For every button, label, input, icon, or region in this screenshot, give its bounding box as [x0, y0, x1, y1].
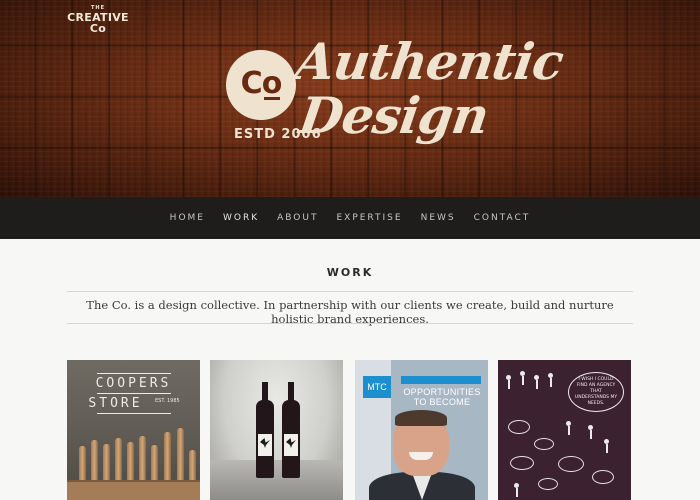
- mtc-headline: OPPORTUNITIES TO BECOME: [403, 387, 481, 408]
- divider-bottom: [67, 323, 633, 324]
- stick-figure: [506, 375, 511, 389]
- co-emblem-underline: [264, 97, 280, 100]
- coopers-rule-top: [97, 373, 171, 374]
- intro-text: The Co. is a design collective. In partn…: [86, 298, 614, 326]
- work-thumb-mtc[interactable]: MTC OPPORTUNITIES TO BECOME: [355, 360, 488, 500]
- coopers-rule-mid: [97, 393, 171, 394]
- stick-figure: [604, 439, 609, 453]
- co-emblem-text: Co: [240, 65, 283, 101]
- main-nav: HOME WORK ABOUT EXPERTISE NEWS CONTACT: [0, 197, 700, 239]
- wooden-crate: [67, 480, 200, 500]
- nav-expertise[interactable]: EXPERTISE: [327, 213, 411, 223]
- wine-bottle: [256, 382, 274, 478]
- stick-figure: [548, 373, 553, 387]
- nav-contact[interactable]: CONTACT: [465, 213, 540, 223]
- nav-home[interactable]: HOME: [161, 213, 214, 223]
- divider-top: [67, 291, 633, 292]
- vineyard-ground: [210, 460, 343, 500]
- coopers-rule-bottom: [97, 413, 171, 414]
- section-title: WORK: [326, 266, 374, 279]
- doodle-bubble: [508, 420, 530, 434]
- logo-name: CREATIVE Co: [67, 11, 129, 35]
- mtc-logo: MTC: [363, 376, 391, 398]
- headline-authentic: Authentic: [291, 32, 567, 91]
- stick-figure: [514, 483, 519, 497]
- coopers-title: COOPERS: [95, 376, 172, 391]
- doodle-bubble: [510, 456, 534, 470]
- site-logo[interactable]: THE CREATIVE Co: [66, 6, 130, 35]
- stick-figure: [588, 425, 593, 439]
- work-thumb-coopers-store[interactable]: COOPERS STORE EST. 1985: [67, 360, 200, 500]
- nav-work[interactable]: WORK: [214, 213, 268, 223]
- stick-figure: [520, 371, 525, 385]
- established-year: ESTD 2006: [234, 127, 322, 142]
- stick-figure: [566, 421, 571, 435]
- mtc-tag-bar: [401, 376, 481, 384]
- co-emblem: Co: [226, 50, 296, 120]
- stick-figure: [534, 375, 539, 389]
- wine-bottle: [282, 382, 300, 478]
- doodle-bubble: [592, 470, 614, 484]
- speech-bubble: I WISH I COULD FIND AN AGENCY THAT UNDER…: [568, 372, 624, 412]
- portrait-hair: [395, 410, 447, 426]
- hero-banner: THE CREATIVE Co Co Authentic Design ESTD…: [0, 0, 700, 197]
- doodle-bubble: [534, 438, 554, 450]
- doodle-bubble: [558, 456, 584, 472]
- nav-about[interactable]: ABOUT: [268, 213, 327, 223]
- nav-news[interactable]: NEWS: [412, 213, 465, 223]
- coopers-est: EST. 1985: [155, 398, 180, 404]
- doodle-bubble: [538, 478, 558, 490]
- work-thumb-sketch[interactable]: I WISH I COULD FIND AN AGENCY THAT UNDER…: [498, 360, 631, 500]
- headline-design: Design: [295, 86, 492, 145]
- work-thumb-wine[interactable]: [210, 360, 343, 500]
